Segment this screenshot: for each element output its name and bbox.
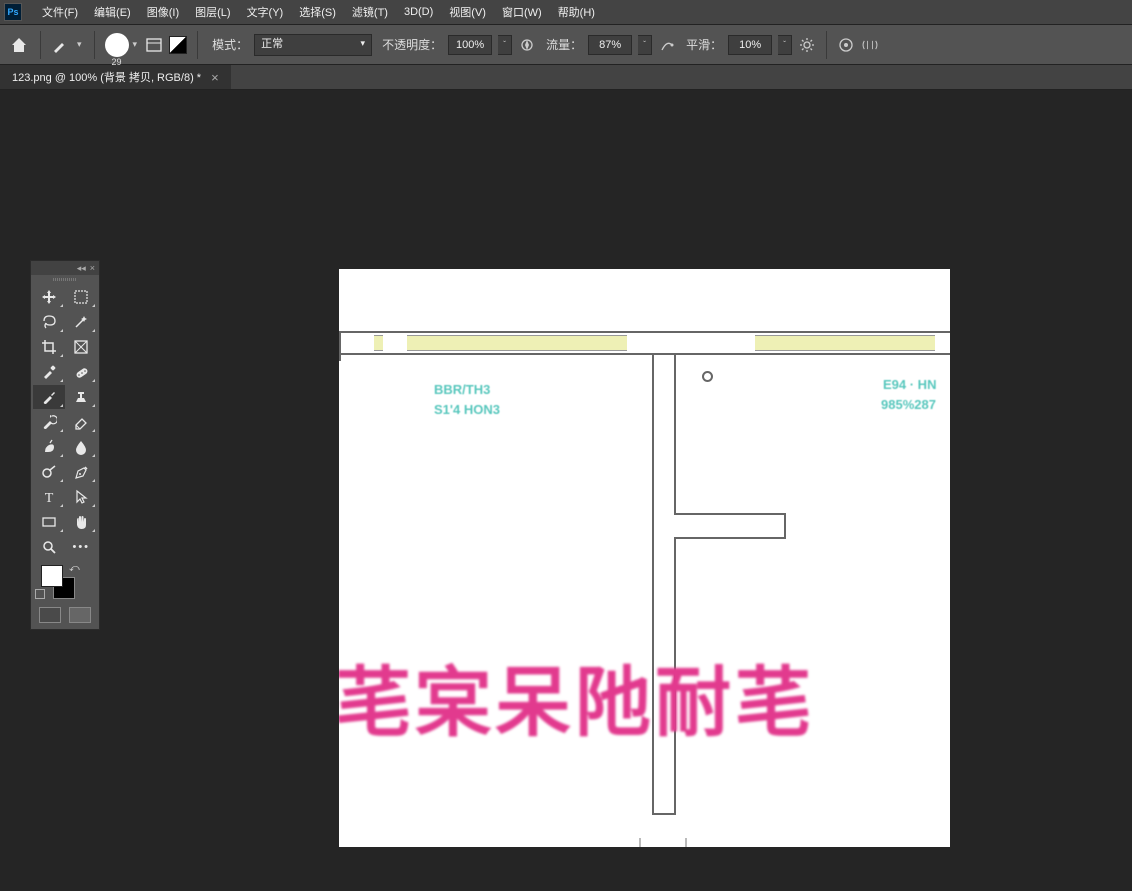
plan-label: 985%287 [881, 397, 936, 412]
swap-colors-icon[interactable]: ⤺ [69, 563, 80, 574]
opacity-label: 不透明度： [382, 36, 442, 53]
pressure-size-icon[interactable] [837, 36, 855, 54]
menu-3d[interactable]: 3D(D) [396, 2, 441, 22]
color-swatch-icon[interactable] [169, 36, 187, 54]
close-icon[interactable]: × [90, 263, 95, 273]
menu-layer[interactable]: 图层(L) [187, 0, 238, 24]
svg-text:T: T [44, 491, 53, 505]
color-swatches[interactable]: ⤺ [35, 563, 95, 603]
blend-mode-select[interactable]: 正常 ▾ [254, 34, 372, 56]
type-tool[interactable]: T [33, 485, 65, 509]
document-tab[interactable]: 123.png @ 100% (背景 拷贝, RGB/8) * × [0, 65, 231, 89]
brush-tool[interactable] [33, 385, 65, 409]
foreground-color-swatch[interactable] [41, 565, 63, 587]
menu-select[interactable]: 选择(S) [291, 0, 344, 24]
pressure-opacity-icon[interactable] [518, 36, 536, 54]
move-tool[interactable] [33, 285, 65, 309]
plan-label: S1'4 HON3 [434, 402, 500, 417]
dodge-tool[interactable] [33, 460, 65, 484]
chevron-down-icon[interactable]: ▾ [131, 39, 140, 50]
mode-label: 模式： [212, 36, 248, 53]
hand-tool[interactable] [66, 510, 98, 534]
flow-label: 流量： [546, 36, 582, 53]
symmetry-icon[interactable] [861, 36, 879, 54]
menu-view[interactable]: 视图(V) [441, 0, 494, 24]
menu-window[interactable]: 窗口(W) [494, 0, 550, 24]
close-icon[interactable]: × [211, 70, 219, 85]
home-icon[interactable] [8, 34, 30, 56]
zoom-tool[interactable] [33, 535, 65, 559]
document-tab-bar: 123.png @ 100% (背景 拷贝, RGB/8) * × [0, 65, 1132, 90]
collapse-icon[interactable]: ◂◂ [77, 263, 86, 274]
brush-size-label: 29 [112, 57, 122, 67]
smoothing-label: 平滑： [686, 36, 722, 53]
menu-type[interactable]: 文字(Y) [239, 0, 292, 24]
gradient-tool[interactable] [33, 435, 65, 459]
tools-panel: ◂◂ × T ••• ⤺ [30, 260, 100, 630]
airbrush-icon[interactable] [658, 36, 676, 54]
flow-input[interactable]: 87% [588, 35, 632, 55]
path-selection-tool[interactable] [66, 485, 98, 509]
crop-tool[interactable] [33, 335, 65, 359]
divider [94, 31, 95, 59]
divider [197, 31, 198, 59]
plan-label: BBR/TH3 [434, 382, 490, 397]
menu-edit[interactable]: 编辑(E) [86, 0, 139, 24]
smoothing-chevron-icon[interactable]: ˇ [778, 35, 792, 55]
options-bar: ▾ 29 ▾ 模式： 正常 ▾ 不透明度： 100% ˇ 流量： 87% ˇ 平… [0, 25, 1132, 65]
default-colors-icon[interactable] [35, 589, 45, 599]
brush-settings-panel-icon[interactable] [145, 36, 163, 54]
brush-preset-picker[interactable]: 29 ▾ [105, 33, 140, 57]
clone-stamp-tool[interactable] [66, 385, 98, 409]
history-brush-tool[interactable] [33, 410, 65, 434]
menu-bar: Ps 文件(F) 编辑(E) 图像(I) 图层(L) 文字(Y) 选择(S) 滤… [0, 0, 1132, 25]
document-canvas[interactable]: BBR/TH3 S1'4 HON3 E94 · HN 985%287 芼宲呆阤耐… [339, 269, 950, 847]
gear-icon[interactable] [798, 36, 816, 54]
blur-tool[interactable] [66, 435, 98, 459]
watermark-text: 芼宲呆阤耐芼 [339, 641, 815, 751]
panel-header[interactable]: ◂◂ × [31, 261, 99, 275]
panel-grabber[interactable] [31, 275, 99, 283]
smoothing-input[interactable]: 10% [728, 35, 772, 55]
opacity-input[interactable]: 100% [448, 35, 492, 55]
spot-healing-tool[interactable] [66, 360, 98, 384]
brush-preview-icon [105, 33, 129, 57]
opacity-chevron-icon[interactable]: ˇ [498, 35, 512, 55]
plan-label: E94 · HN [883, 377, 936, 392]
canvas-area: BBR/TH3 S1'4 HON3 E94 · HN 985%287 芼宲呆阤耐… [0, 90, 1132, 891]
chevron-down-icon[interactable]: ▾ [75, 39, 84, 50]
standard-mode-button[interactable] [39, 607, 61, 623]
tool-preset-picker-icon[interactable] [51, 36, 69, 54]
frame-tool[interactable] [66, 335, 98, 359]
marquee-tool[interactable] [66, 285, 98, 309]
app-logo-icon: Ps [4, 3, 22, 21]
lasso-tool[interactable] [33, 310, 65, 334]
blend-mode-value: 正常 [261, 38, 283, 50]
eyedropper-tool[interactable] [33, 360, 65, 384]
pen-tool[interactable] [66, 460, 98, 484]
magic-wand-tool[interactable] [66, 310, 98, 334]
quickmask-mode-button[interactable] [69, 607, 91, 623]
document-tab-title: 123.png @ 100% (背景 拷贝, RGB/8) * [12, 69, 201, 85]
eraser-tool[interactable] [66, 410, 98, 434]
edit-toolbar-button[interactable]: ••• [66, 535, 98, 559]
divider [826, 31, 827, 59]
menu-help[interactable]: 帮助(H) [550, 0, 603, 24]
rectangle-tool[interactable] [33, 510, 65, 534]
menu-image[interactable]: 图像(I) [139, 0, 187, 24]
menu-filter[interactable]: 滤镜(T) [344, 0, 396, 24]
flow-chevron-icon[interactable]: ˇ [638, 35, 652, 55]
divider [40, 31, 41, 59]
menu-file[interactable]: 文件(F) [34, 0, 86, 24]
